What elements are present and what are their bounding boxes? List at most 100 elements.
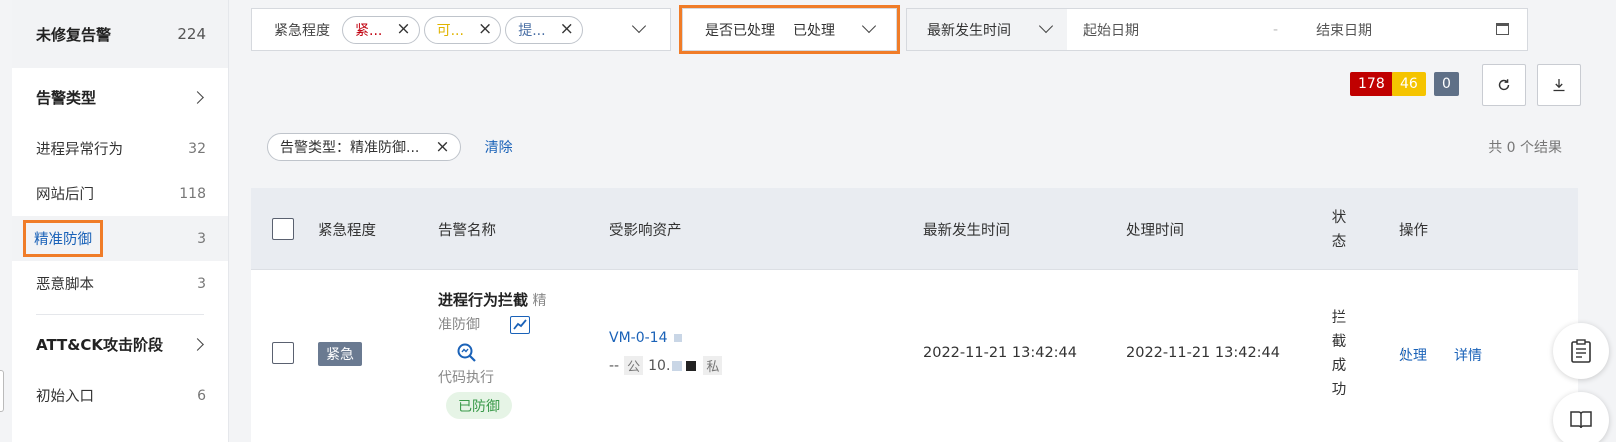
- header-latest-time[interactable]: 最新发生时间: [923, 219, 1010, 240]
- processed-filter-label: 是否已处理: [705, 22, 775, 39]
- close-icon[interactable]: ×: [396, 21, 410, 38]
- row-checkbox[interactable]: [272, 342, 294, 364]
- sidebar-item-precise-defense[interactable]: 精准防御 3: [12, 216, 228, 261]
- tag-label: 紧...: [355, 22, 383, 39]
- header-alert-name: 告警名称: [438, 223, 496, 239]
- unfixed-alerts-title: 未修复告警: [36, 25, 112, 44]
- asset-dash: --: [609, 357, 620, 374]
- start-date-input[interactable]: 起始日期: [1083, 20, 1273, 40]
- status-char: 功: [1331, 382, 1347, 398]
- chevron-right-icon: [191, 90, 204, 104]
- sidebar-item-label: 进程异常行为: [36, 142, 123, 158]
- alert-name: 进程行为拦截 精 准防御: [438, 288, 578, 337]
- asset-name: VM-0-14: [609, 330, 668, 346]
- floating-book-button[interactable]: [1553, 392, 1609, 442]
- suspicious-count-badge: 46: [1392, 72, 1426, 96]
- redacted-mark: [673, 334, 682, 342]
- sidebar-item-webshell[interactable]: 网站后门 118: [12, 171, 228, 216]
- chevron-down-icon[interactable]: [631, 18, 647, 34]
- sidebar-item-label: 精准防御: [23, 220, 103, 257]
- status-text: 拦 截 成 功: [1330, 306, 1348, 402]
- public-ip-tag: 公: [624, 356, 644, 375]
- asset-ip: 10.: [648, 357, 671, 374]
- chevron-down-icon[interactable]: [861, 18, 877, 34]
- chevron-down-icon: [1038, 18, 1054, 34]
- close-icon[interactable]: ×: [560, 21, 574, 38]
- sidebar-item-count: 32: [188, 140, 206, 157]
- refresh-button[interactable]: [1482, 64, 1526, 106]
- book-icon: [1570, 411, 1592, 429]
- latest-time: 2022-11-21 13:42:44: [923, 345, 1077, 361]
- sidebar-item-count: 6: [197, 387, 206, 404]
- sidebar-item-label: 初始入口: [36, 389, 94, 405]
- detail-link[interactable]: 详情: [1454, 345, 1482, 365]
- alert-name-bold: 进程行为拦截: [438, 291, 529, 309]
- urgency-filter-label: 紧急程度: [274, 22, 330, 39]
- hint-count-badge: 0: [1434, 72, 1459, 96]
- investigate-icon[interactable]: [456, 342, 478, 368]
- asset-ip-line: -- 公 10. 私: [609, 356, 727, 375]
- floating-clipboard-button[interactable]: [1553, 323, 1609, 379]
- table-row: 紧急 进程行为拦截 精 准防御 代码执行 已防御 VM-0-14 -- 公 10…: [251, 270, 1578, 442]
- urgency-filter[interactable]: 紧急程度 紧... × 可... × 提... ×: [251, 8, 671, 51]
- sidebar-item-malicious-script[interactable]: 恶意脚本 3: [12, 261, 228, 306]
- close-icon[interactable]: ×: [435, 137, 449, 157]
- critical-count-badge: 178: [1350, 72, 1393, 96]
- sidebar-item-count: 3: [197, 230, 206, 247]
- defended-badge: 已防御: [446, 392, 512, 419]
- download-button[interactable]: [1537, 64, 1581, 106]
- alert-type-chip[interactable]: 告警类型：精准防御... ×: [267, 132, 461, 161]
- redacted-mark: [672, 360, 683, 371]
- alert-name-gray: 精: [532, 293, 547, 309]
- action-divider: [1403, 347, 1404, 361]
- sidebar-item-count: 3: [197, 275, 206, 292]
- sidebar-item-process-anomaly[interactable]: 进程异常行为 32: [12, 126, 228, 171]
- attck-group-label: ATT&CK攻击阶段: [36, 335, 163, 354]
- date-range-separator: -: [1273, 21, 1279, 38]
- urgency-tag-critical[interactable]: 紧... ×: [342, 15, 420, 44]
- alert-type-group[interactable]: 告警类型: [12, 68, 228, 126]
- select-all-checkbox[interactable]: [272, 218, 294, 240]
- end-date-input[interactable]: 结束日期: [1316, 20, 1506, 40]
- sidebar-item-count: 118: [179, 185, 206, 202]
- asset-link[interactable]: VM-0-14: [609, 330, 684, 346]
- header-status-char: 态: [1331, 234, 1347, 250]
- sidebar: 未修复告警 224 告警类型 进程异常行为 32 网站后门 118 精准防御 3…: [12, 0, 229, 442]
- header-handled-time[interactable]: 处理时间: [1126, 219, 1184, 240]
- close-icon[interactable]: ×: [478, 21, 492, 38]
- status-char: 拦: [1331, 310, 1347, 326]
- unfixed-alerts-header[interactable]: 未修复告警 224: [12, 0, 228, 68]
- sidebar-item-initial-access[interactable]: 初始入口 6: [12, 373, 228, 418]
- attck-group[interactable]: ATT&CK攻击阶段: [12, 315, 228, 373]
- active-filter-bar: 告警类型：精准防御... × 清除 共 0 个结果: [251, 118, 1578, 175]
- urgency-badge: 紧急: [318, 342, 362, 366]
- header-status-char: 状: [1331, 210, 1347, 226]
- redacted-mark: [686, 360, 697, 371]
- time-type-select[interactable]: 最新发生时间: [907, 9, 1067, 50]
- private-ip-tag: 私: [703, 356, 723, 375]
- urgency-tag-suspicious[interactable]: 可... ×: [423, 15, 502, 44]
- unfixed-alerts-count: 224: [177, 25, 206, 43]
- header-action: 操作: [1399, 223, 1428, 239]
- clipboard-icon: [1571, 339, 1591, 363]
- chevron-right-icon: [191, 337, 204, 351]
- handled-time: 2022-11-21 13:42:44: [1126, 345, 1280, 361]
- header-urgency[interactable]: 紧急程度: [318, 219, 376, 240]
- clear-filters-link[interactable]: 清除: [485, 137, 513, 157]
- alert-name-gray-cont: 准防御: [438, 317, 480, 333]
- header-asset: 受影响资产: [609, 223, 682, 239]
- time-type-value: 最新发生时间: [927, 22, 1011, 39]
- download-icon: [1553, 79, 1565, 92]
- chip-label: 告警类型：精准防御...: [280, 139, 420, 156]
- header-status: 状 态: [1330, 206, 1348, 254]
- time-filter: 最新发生时间 起始日期 - 结束日期: [906, 8, 1528, 51]
- calendar-icon[interactable]: [1496, 23, 1509, 35]
- processed-filter[interactable]: 是否已处理 已处理: [679, 5, 900, 54]
- sidebar-item-label: 网站后门: [36, 187, 94, 203]
- alert-subtype: 代码执行: [438, 370, 494, 386]
- urgency-tag-hint[interactable]: 提... ×: [505, 15, 583, 44]
- collapse-handle[interactable]: [0, 370, 4, 412]
- trend-chart-icon[interactable]: [510, 316, 530, 334]
- tag-label: 可...: [436, 22, 464, 39]
- status-char: 截: [1331, 334, 1347, 350]
